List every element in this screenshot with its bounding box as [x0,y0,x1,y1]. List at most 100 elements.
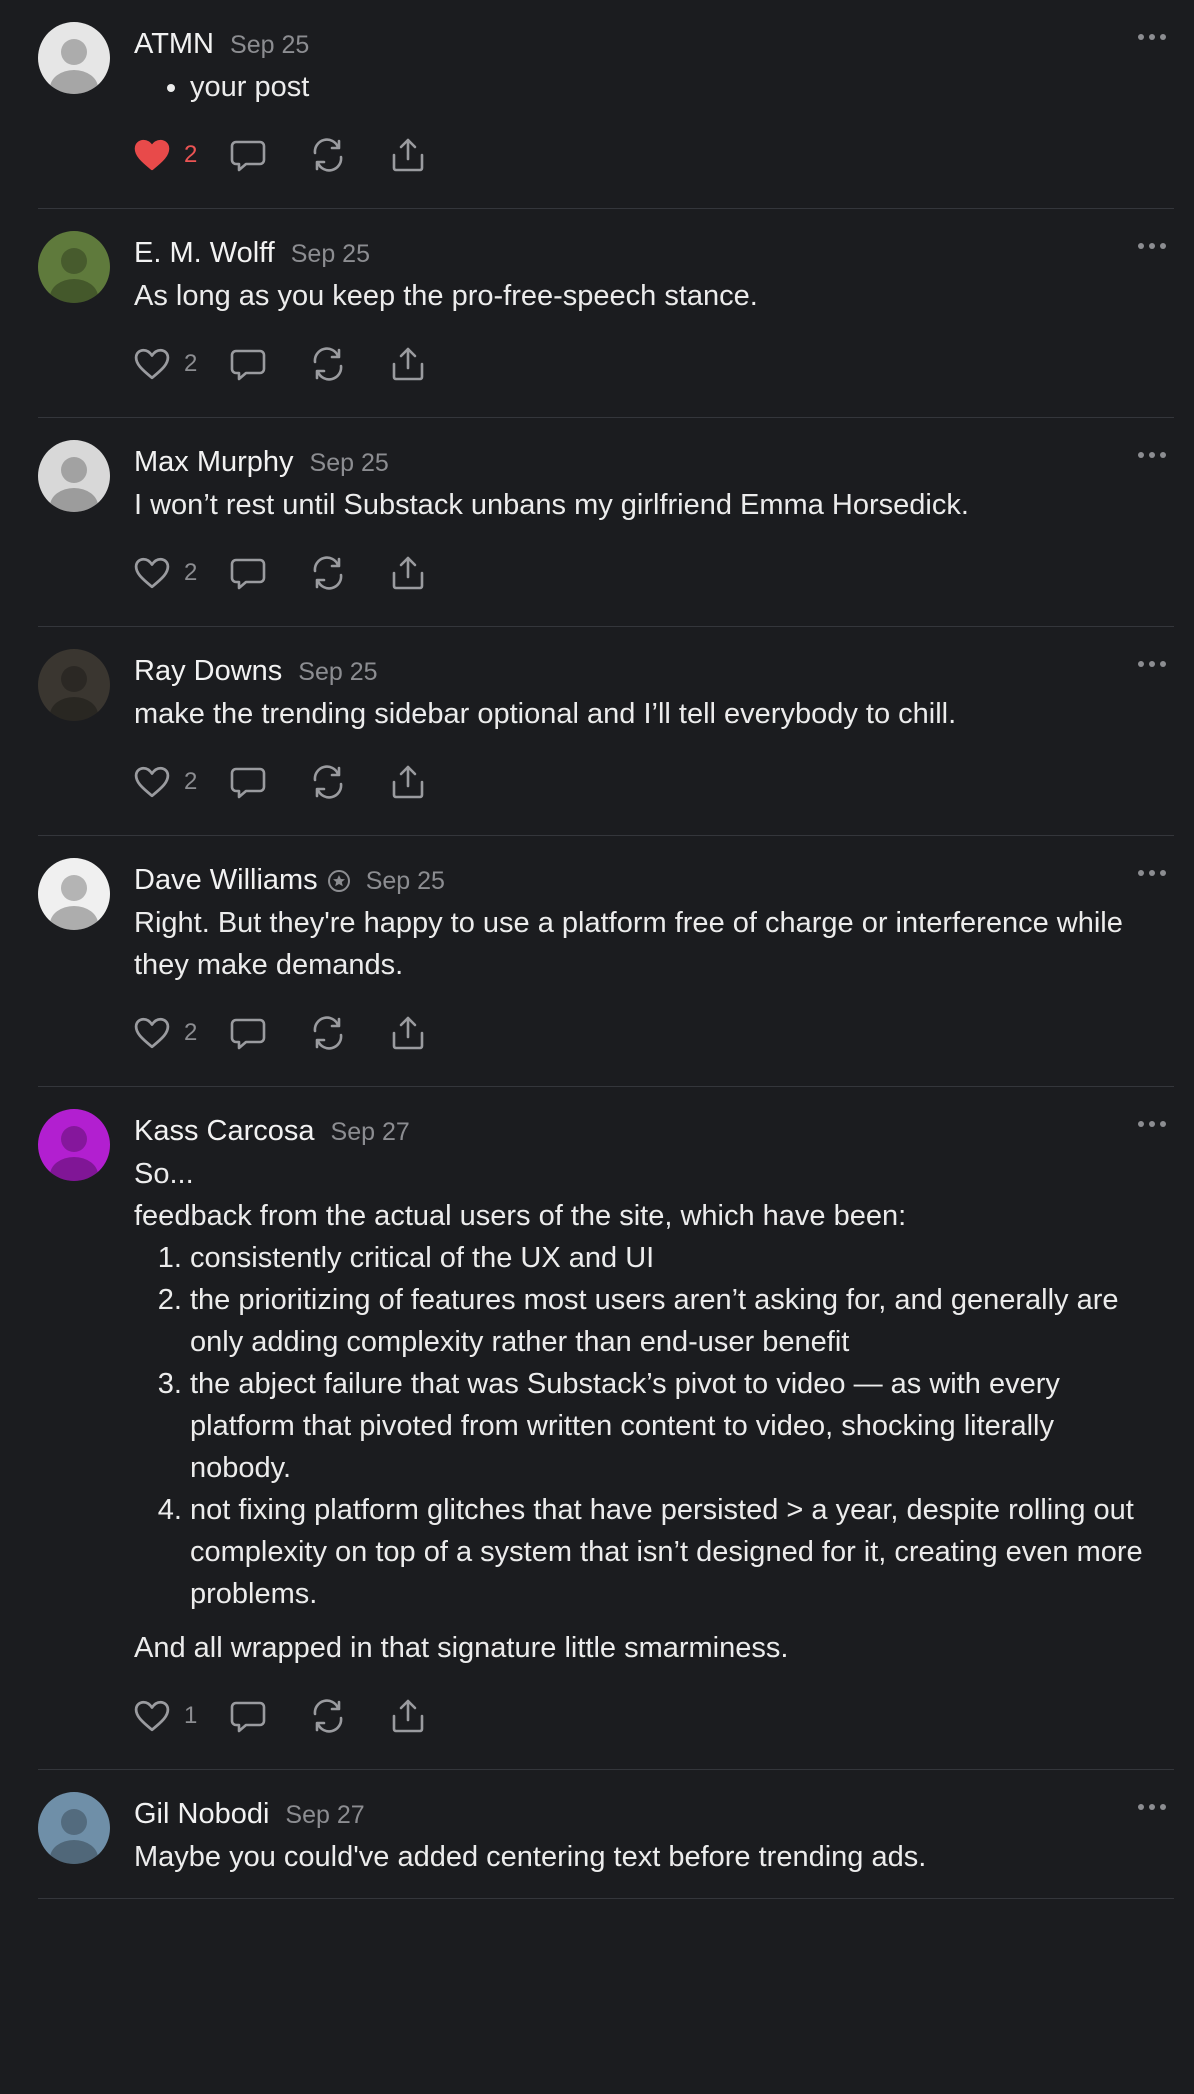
like-button[interactable]: 2 [134,1016,218,1050]
avatar[interactable] [38,1792,110,1864]
more-options-icon[interactable] [1138,34,1166,42]
avatar[interactable] [38,440,110,512]
comment-bubble-icon [230,1018,266,1050]
comment-date[interactable]: Sep 25 [230,23,309,67]
comment-actions: 2 [134,124,1154,186]
heart-icon [134,348,170,380]
like-count: 2 [184,559,198,586]
restack-icon [313,556,343,590]
comment-actions: 1 [134,1685,1154,1747]
comment-feed: ATMN Sep 25 your post 2 [0,0,1194,1899]
restack-button[interactable] [310,765,346,799]
comment-actions: 2 [134,1002,1154,1064]
comment-header: E. M. Wolff Sep 25 [134,231,1154,275]
like-count: 2 [184,1019,198,1046]
comment-bubble-icon [230,140,266,172]
comment: Gil Nobodi Sep 27 Maybe you could've add… [38,1770,1174,1899]
author-name[interactable]: E. M. Wolff [134,231,275,275]
like-button[interactable]: 2 [134,347,218,381]
avatar[interactable] [38,649,110,721]
like-count: 1 [184,1702,198,1729]
share-icon [392,765,424,799]
like-count: 2 [184,350,198,377]
share-icon [392,347,424,381]
share-button[interactable] [390,1015,426,1051]
like-button[interactable]: 2 [134,765,218,799]
author-name[interactable]: Kass Carcosa [134,1109,315,1153]
comment-actions: 2 [134,751,1154,813]
avatar[interactable] [38,1109,110,1181]
like-button[interactable]: 2 [134,556,218,590]
share-icon [392,556,424,590]
comment-date[interactable]: Sep 27 [285,1793,364,1837]
comment-text: As long as you keep the pro-free-speech … [134,280,758,312]
restack-icon [313,138,343,172]
comment-bubble-icon [230,349,266,381]
comment-body: As long as you keep the pro-free-speech … [134,275,1154,317]
restack-icon [313,1699,343,1733]
comment: Ray Downs Sep 25 make the trending sideb… [38,627,1174,836]
share-icon [392,138,424,172]
author-name[interactable]: Dave Williams [134,858,318,902]
more-options-icon[interactable] [1138,243,1166,251]
avatar[interactable] [38,858,110,930]
author-name[interactable]: Ray Downs [134,649,282,693]
restack-icon [313,1016,343,1050]
comment-date[interactable]: Sep 25 [310,441,389,485]
reply-button[interactable] [230,765,266,799]
comment-paragraph: So... [134,1158,194,1190]
more-options-icon[interactable] [1138,1804,1166,1812]
avatar[interactable] [38,231,110,303]
comment-body: So... feedback from the actual users of t… [134,1153,1154,1669]
comment-header: Gil Nobodi Sep 27 [134,1792,1154,1836]
more-options-icon[interactable] [1138,870,1166,878]
reply-button[interactable] [230,556,266,590]
share-button[interactable] [390,555,426,591]
author-name[interactable]: Gil Nobodi [134,1792,269,1836]
restack-button[interactable] [310,556,346,590]
comment-bubble-icon [230,767,266,799]
restack-button[interactable] [310,1016,346,1050]
comment-body: make the trending sidebar optional and I… [134,693,1154,735]
more-options-icon[interactable] [1138,452,1166,460]
numbered-item: the abject failure that was Substack’s p… [190,1363,1154,1489]
reply-button[interactable] [230,1016,266,1050]
comment-actions: 2 [134,542,1154,604]
heart-icon [134,1700,170,1732]
avatar[interactable] [38,22,110,94]
comment-body: Right. But they're happy to use a platfo… [134,902,1154,986]
share-button[interactable] [390,137,426,173]
author-name[interactable]: ATMN [134,22,214,66]
comment-numbered-list: consistently critical of the UX and UIth… [134,1237,1154,1615]
heart-icon [134,1017,170,1049]
restack-button[interactable] [310,138,346,172]
like-button[interactable]: 2 [134,138,218,172]
reply-button[interactable] [230,1699,266,1733]
comment-body: your post [134,66,1154,108]
comment-body: I won’t rest until Substack unbans my gi… [134,484,1154,526]
comment-paragraph: And all wrapped in that signature little… [134,1632,789,1664]
share-button[interactable] [390,764,426,800]
comment-date[interactable]: Sep 25 [298,650,377,694]
comment: Kass Carcosa Sep 27 So... feedback from t… [38,1087,1174,1770]
like-count: 2 [184,141,198,168]
comment-paragraph: feedback from the actual users of the si… [134,1200,907,1232]
comment-text: I won’t rest until Substack unbans my gi… [134,489,969,521]
restack-icon [313,347,343,381]
comment-date[interactable]: Sep 25 [291,232,370,276]
heart-icon [134,139,170,171]
like-button[interactable]: 1 [134,1699,218,1733]
reply-button[interactable] [230,347,266,381]
comment-actions: 2 [134,333,1154,395]
share-icon [392,1699,424,1733]
share-button[interactable] [390,346,426,382]
restack-button[interactable] [310,1699,346,1733]
share-button[interactable] [390,1698,426,1734]
author-name[interactable]: Max Murphy [134,440,294,484]
more-options-icon[interactable] [1138,1121,1166,1129]
more-options-icon[interactable] [1138,661,1166,669]
comment-date[interactable]: Sep 27 [331,1110,410,1154]
comment-date[interactable]: Sep 25 [366,859,445,903]
reply-button[interactable] [230,138,266,172]
restack-button[interactable] [310,347,346,381]
